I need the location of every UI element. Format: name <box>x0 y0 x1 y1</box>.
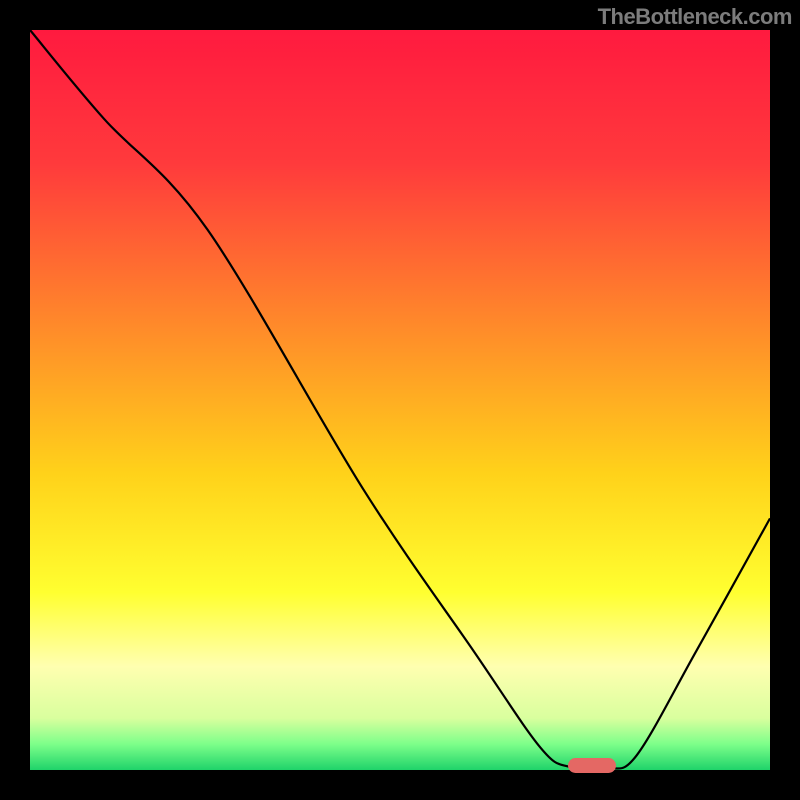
bottleneck-curve <box>30 30 770 770</box>
optimal-marker <box>568 758 616 773</box>
plot-area <box>30 30 770 770</box>
chart-container: TheBottleneck.com <box>0 0 800 800</box>
attribution-label: TheBottleneck.com <box>598 4 792 30</box>
